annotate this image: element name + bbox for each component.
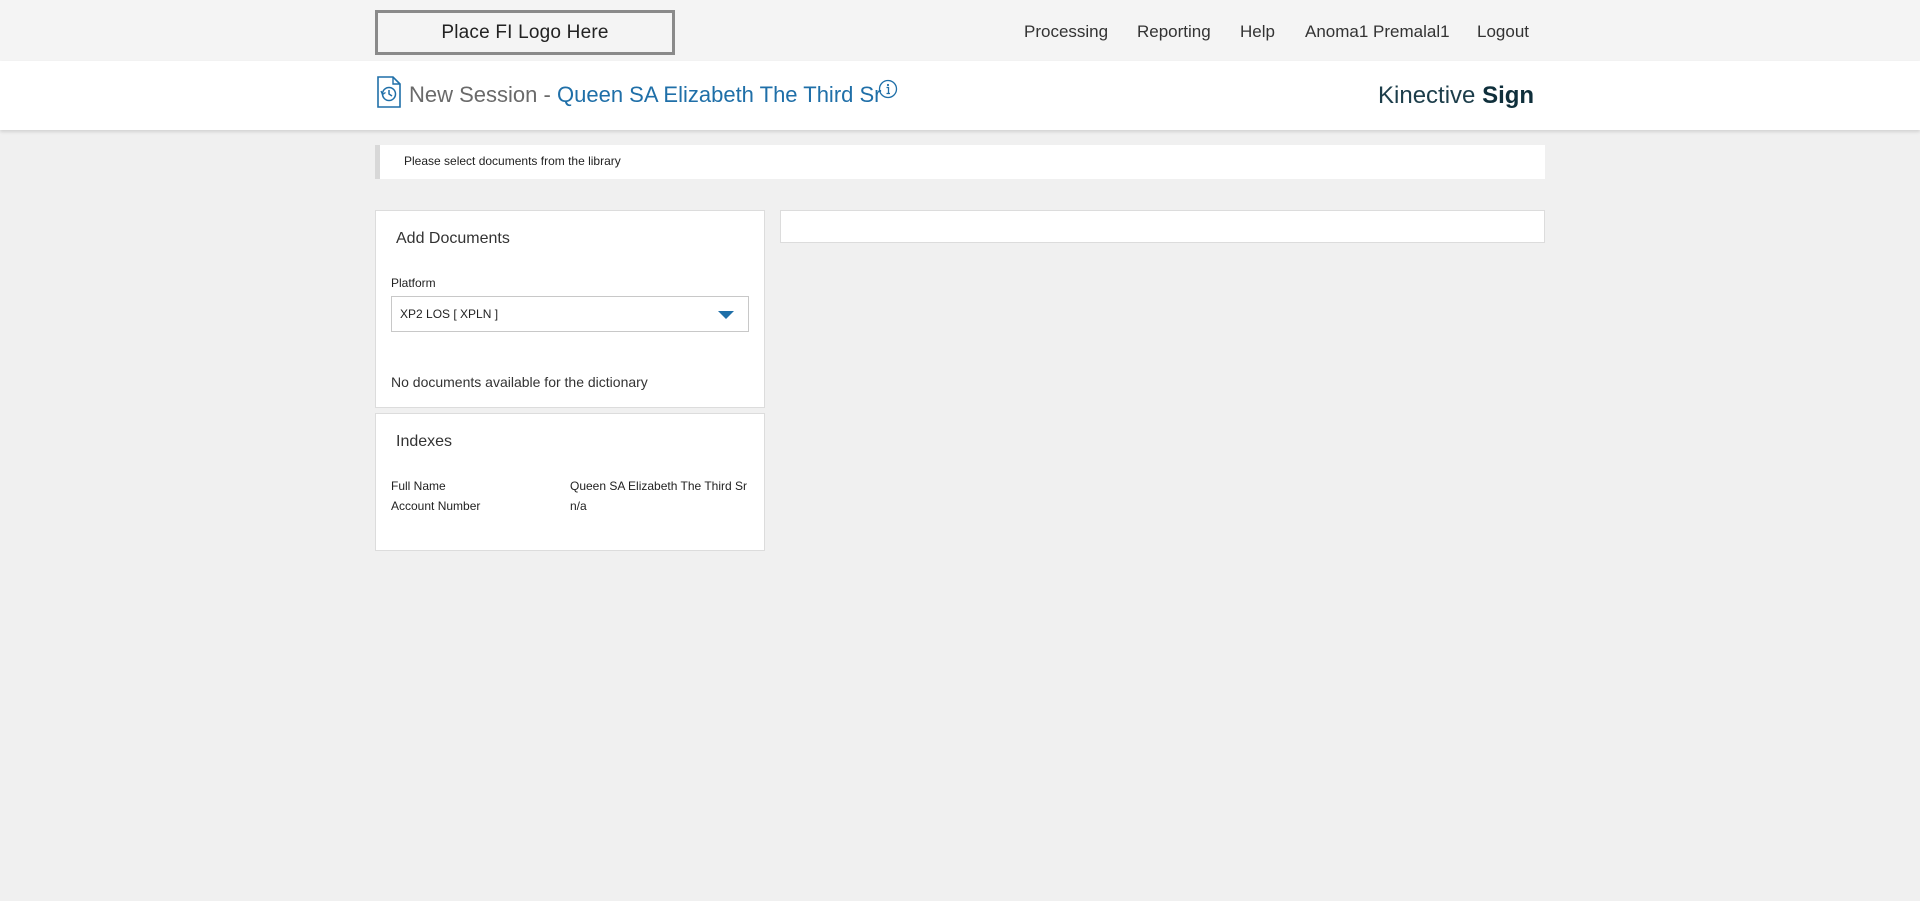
nav-user-menu[interactable]: Anoma1 Premalal1 [1305, 22, 1450, 44]
selected-documents-panel [780, 210, 1545, 243]
platform-label: Platform [391, 276, 436, 290]
chevron-down-icon[interactable] [718, 311, 734, 319]
brand-name-light: Kinective [1378, 82, 1476, 109]
brand-name-bold: Sign [1482, 82, 1535, 109]
brand-logo: Kinective Sign [1378, 82, 1534, 110]
session-header: New Session - Queen SA Elizabeth The Thi… [0, 61, 1920, 130]
top-nav-bar: Place FI Logo Here Processing Reporting … [0, 0, 1920, 61]
index-key: Full Name [391, 479, 446, 493]
nav-logout-link[interactable]: Logout [1477, 22, 1529, 44]
session-label: New Session - [409, 82, 551, 107]
fi-logo-placeholder[interactable]: Place FI Logo Here [375, 10, 675, 55]
nav-processing-link[interactable]: Processing [1024, 22, 1108, 44]
info-icon[interactable] [878, 79, 898, 99]
nav-reporting-link[interactable]: Reporting [1137, 22, 1211, 44]
no-documents-message: No documents available for the dictionar… [391, 374, 648, 390]
add-documents-panel: Add Documents Platform XP2 LOS [ XPLN ] … [375, 210, 765, 408]
index-key: Account Number [391, 499, 481, 513]
add-documents-title: Add Documents [396, 230, 510, 247]
platform-selected-value: XP2 LOS [ XPLN ] [400, 307, 499, 321]
indexes-panel: Indexes Full Name Queen SA Elizabeth The… [375, 413, 765, 551]
indexes-title: Indexes [396, 433, 453, 450]
nav-help-link[interactable]: Help [1240, 22, 1275, 44]
history-document-icon [376, 76, 402, 108]
session-customer-name: Queen SA Elizabeth The Third Sr [557, 82, 882, 107]
instruction-banner: Please select documents from the library [375, 145, 1545, 179]
instruction-text: Please select documents from the library [404, 154, 621, 168]
index-value: n/a [570, 499, 587, 513]
platform-select[interactable]: XP2 LOS [ XPLN ] [391, 296, 749, 332]
index-value: Queen SA Elizabeth The Third Sr [570, 479, 747, 493]
